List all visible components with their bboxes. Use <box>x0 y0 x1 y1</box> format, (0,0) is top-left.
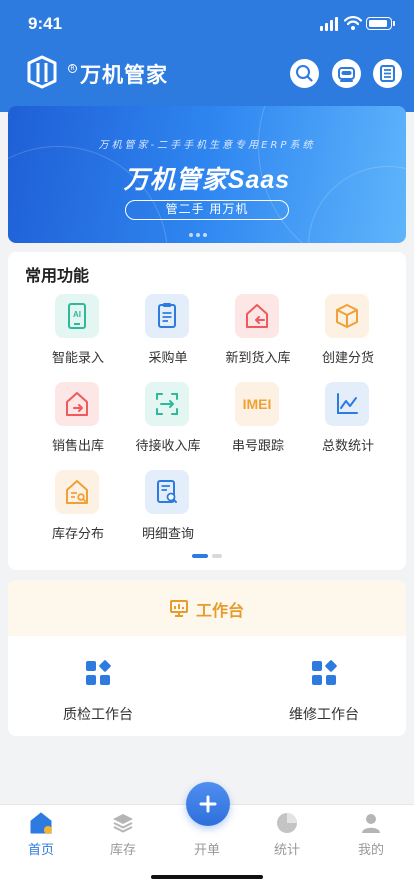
registered-mark: R <box>68 64 77 73</box>
page-indicator-active <box>192 554 208 558</box>
banner-pagination <box>189 233 219 239</box>
robot-button[interactable] <box>332 59 361 88</box>
function-purchase-order[interactable]: 采购单 <box>123 294 213 374</box>
tab-statistics[interactable]: 统计 <box>246 805 328 865</box>
banner-subtitle: 万机管家-二手手机生意专用ERP系统 <box>98 140 316 151</box>
tab-profile[interactable]: 我的 <box>330 805 412 865</box>
tab-label: 统计 <box>273 843 300 858</box>
status-time: 9:41 <box>28 14 63 33</box>
functions-pagination[interactable] <box>192 554 232 560</box>
page-indicator <box>212 554 222 558</box>
robot-icon <box>338 67 355 82</box>
app-header: R 万机管家 <box>0 46 414 102</box>
document-list-icon <box>380 65 395 82</box>
function-imei-tracking[interactable]: IMEI 串号跟踪 <box>213 382 303 462</box>
ai-tablet-icon: AI <box>68 303 86 329</box>
wifi-icon <box>344 16 362 30</box>
function-sales-outbound[interactable]: 销售出库 <box>33 382 123 462</box>
house-return-icon <box>246 304 268 328</box>
app-title: 万机管家 <box>80 64 168 87</box>
section-title: 常用功能 <box>25 266 90 285</box>
tab-label: 我的 <box>357 843 384 858</box>
imei-icon: IMEI <box>243 396 272 412</box>
tab-home[interactable]: 首页 <box>0 805 82 865</box>
function-new-arrival-inbound[interactable]: 新到货入库 <box>213 294 303 374</box>
workspace-item-label: 维修工作台 <box>289 707 359 723</box>
tab-label: 库存 <box>109 843 136 858</box>
quality-inspection-workbench[interactable]: 质检工作台 <box>18 636 178 736</box>
document-list-button[interactable] <box>373 59 402 88</box>
doc-search-icon <box>157 480 177 503</box>
presentation-board-icon <box>170 600 188 617</box>
promo-banner[interactable]: 万机管家-二手手机生意专用ERP系统 万机管家Saas 管二手 用万机 <box>8 106 406 243</box>
function-inventory-distribution[interactable]: 库存分布 <box>33 470 123 550</box>
user-icon <box>362 814 380 833</box>
apps-grid-icon <box>312 660 337 685</box>
workspace-header: 工作台 <box>8 580 406 636</box>
tab-inventory[interactable]: 库存 <box>82 805 164 865</box>
layers-icon <box>113 814 133 833</box>
banner-slogan: 管二手 用万机 <box>125 200 289 220</box>
signal-icon <box>320 17 340 31</box>
svg-text:IMEI: IMEI <box>243 396 272 412</box>
clipboard-icon <box>158 303 176 328</box>
function-create-distribution[interactable]: 创建分货 <box>303 294 393 374</box>
search-button[interactable] <box>290 59 319 88</box>
workspace-panel: 质检工作台 维修工作台 <box>8 636 406 736</box>
line-chart-icon <box>337 393 358 414</box>
function-label: 创建分货 <box>321 351 374 366</box>
function-total-statistics[interactable]: 总数统计 <box>303 382 393 462</box>
function-label: 总数统计 <box>321 439 374 454</box>
workspace-item-label: 质检工作台 <box>63 707 133 723</box>
function-smart-entry[interactable]: AI 智能录入 <box>33 294 123 374</box>
pie-chart-icon <box>277 813 297 833</box>
tab-label: 开单 <box>193 843 220 858</box>
tab-label: 首页 <box>27 843 54 858</box>
home-icon <box>30 812 52 834</box>
function-label: 明细查询 <box>141 527 194 542</box>
repair-workbench[interactable]: 维修工作台 <box>244 636 404 736</box>
function-detail-query[interactable]: 明细查询 <box>123 470 213 550</box>
house-search-icon <box>66 480 88 504</box>
box-icon <box>336 304 358 328</box>
apps-grid-icon <box>86 660 111 685</box>
battery-icon <box>366 17 395 30</box>
home-indicator <box>151 875 263 879</box>
search-icon <box>296 65 313 82</box>
scan-arrow-icon <box>156 393 178 415</box>
common-functions-card: 常用功能 AI 智能录入 采购单 新到货入库 创建分货 销售出库 待接收入库 I… <box>8 252 406 570</box>
plus-icon <box>199 795 217 813</box>
house-export-icon <box>66 392 88 416</box>
function-pending-receipt[interactable]: 待接收入库 <box>123 382 213 462</box>
workspace-title: 工作台 <box>196 601 245 620</box>
banner-title: 万机管家Saas <box>123 166 291 194</box>
svg-text:AI: AI <box>73 310 81 319</box>
status-bar: 9:41 <box>0 0 414 46</box>
create-order-button[interactable] <box>186 782 230 826</box>
logo-icon <box>27 55 57 89</box>
